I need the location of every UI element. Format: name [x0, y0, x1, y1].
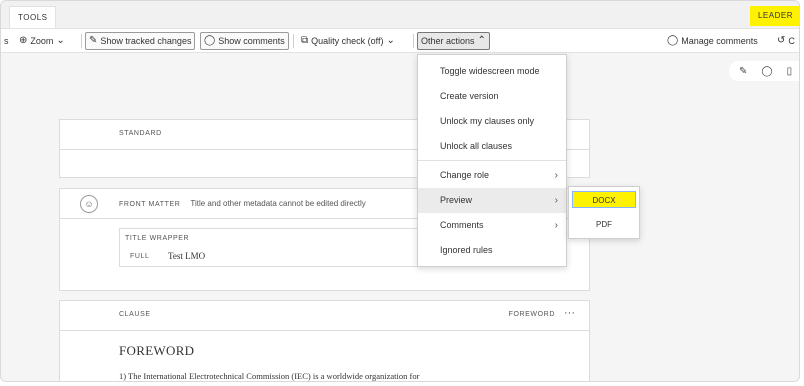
menu-item-comments[interactable]: Comments › [418, 213, 566, 238]
show-comments-label: Show comments [218, 36, 285, 46]
submenu-item-docx[interactable]: DOCX [572, 191, 636, 208]
history-icon: ↺ [777, 35, 786, 46]
manage-comments-label: Manage comments [681, 36, 758, 46]
submenu-item-pdf[interactable]: PDF [569, 213, 639, 237]
full-label: FULL [130, 253, 150, 260]
show-tracked-changes-label: Show tracked changes [100, 36, 192, 46]
history-button[interactable]: ↺ C [777, 32, 795, 50]
preview-label: Preview [440, 195, 473, 205]
manage-comments-button[interactable]: ◯ Manage comments [667, 32, 758, 50]
comment-icon: ◯ [204, 35, 216, 46]
clause-card: CLAUSE FOREWORD ··· FOREWORD 1) The Inte… [59, 300, 590, 381]
chevron-right-icon: › [554, 195, 558, 206]
tracked-changes-icon: ✎ [89, 35, 98, 46]
clause-tag: FOREWORD [508, 311, 555, 318]
menu-item-unlock-all-clauses[interactable]: Unlock all clauses [418, 134, 566, 159]
full-title-value: Test LMO [168, 251, 206, 261]
menu-item-preview[interactable]: Preview › [418, 188, 566, 213]
quality-check-button[interactable]: ⧉ Quality check (off) ⌄ [301, 32, 395, 50]
tab-bar: TOOLS LEADER [1, 1, 799, 29]
front-matter-title: FRONT MATTER [119, 201, 181, 208]
toolbar-divider [413, 34, 414, 48]
chevron-right-icon: › [554, 220, 558, 231]
quality-check-label: Quality check (off) [311, 36, 384, 46]
side-actions: ✎ ◯ ▯ [729, 61, 799, 81]
chevron-down-icon: ⌄ [56, 35, 65, 46]
zoom-icon: ⊕ [19, 35, 28, 46]
menu-item-unlock-my-clauses[interactable]: Unlock my clauses only [418, 109, 566, 134]
title-wrapper-label: TITLE WRAPPER [125, 235, 190, 242]
zoom-button[interactable]: ⊕ Zoom ⌄ [19, 32, 65, 50]
toolbar-divider [293, 34, 294, 48]
standard-label: STANDARD [119, 130, 162, 137]
clause-header: CLAUSE FOREWORD ··· [60, 301, 589, 331]
zoom-label: Zoom [30, 36, 54, 46]
toolbar-divider [81, 34, 82, 48]
change-role-label: Change role [440, 170, 490, 180]
menu-item-ignored-rules[interactable]: Ignored rules [418, 238, 566, 263]
other-actions-label: Other actions [421, 36, 475, 46]
menu-item-change-role[interactable]: Change role › [418, 163, 566, 188]
other-actions-menu: Toggle widescreen mode Create version Un… [417, 54, 567, 267]
clause-title[interactable]: FOREWORD [119, 343, 194, 359]
history-label: C [788, 36, 795, 46]
front-matter-label: FRONT MATTER Title and other metadata can… [119, 199, 366, 208]
toolbar: s ⊕ Zoom ⌄ ✎ Show tracked changes ◯ Show… [1, 29, 799, 53]
edit-icon[interactable]: ✎ [739, 66, 747, 77]
front-matter-note: Title and other metadata cannot be edite… [190, 199, 366, 208]
person-icon: ☺ [80, 195, 98, 213]
comment-icon: ◯ [667, 35, 679, 46]
comments-label: Comments [440, 220, 484, 230]
show-comments-button[interactable]: ◯ Show comments [200, 32, 289, 50]
chevron-right-icon: › [554, 170, 558, 181]
app-window: TOOLS LEADER s ⊕ Zoom ⌄ ✎ Show tracked c… [0, 0, 800, 382]
clause-label: CLAUSE [119, 311, 151, 318]
toolbar-truncated-left: s [4, 36, 9, 46]
role-badge[interactable]: LEADER [749, 6, 799, 26]
preview-submenu: DOCX PDF [568, 186, 640, 239]
chevron-down-icon: ⌄ [386, 35, 395, 46]
tab-tools[interactable]: TOOLS [9, 6, 57, 28]
document-icon[interactable]: ▯ [787, 66, 793, 77]
quality-check-icon: ⧉ [301, 35, 309, 46]
menu-item-create-version[interactable]: Create version [418, 84, 566, 109]
other-actions-button[interactable]: Other actions ⌃ [417, 32, 490, 50]
chevron-up-icon: ⌃ [477, 35, 486, 46]
show-tracked-changes-button[interactable]: ✎ Show tracked changes [85, 32, 196, 50]
menu-item-toggle-widescreen[interactable]: Toggle widescreen mode [418, 59, 566, 84]
clause-body[interactable]: 1) The International Electrotechnical Co… [119, 371, 419, 381]
menu-divider [418, 160, 566, 161]
comment-icon[interactable]: ◯ [761, 66, 772, 77]
more-icon[interactable]: ··· [564, 307, 575, 319]
